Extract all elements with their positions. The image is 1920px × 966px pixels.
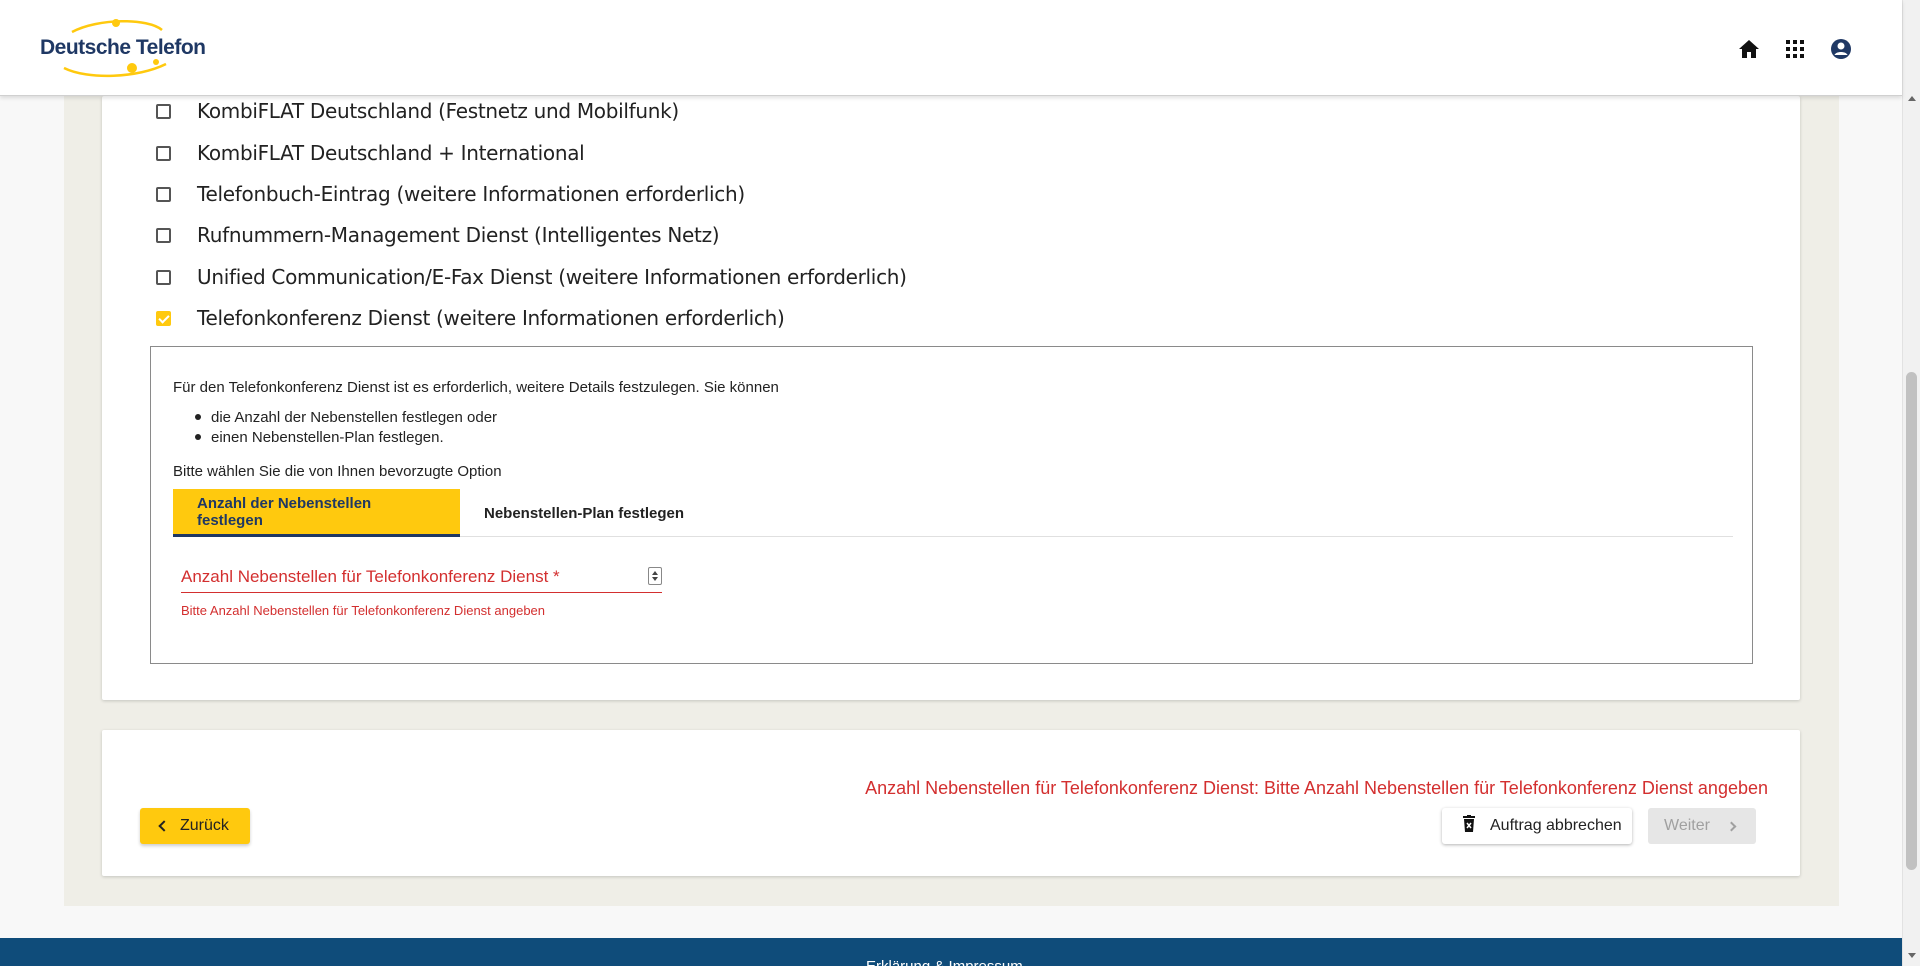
details-intro-text: Für den Telefonkonferenz Dienst ist es e… bbox=[173, 379, 779, 396]
list-item-text: die Anzahl der Nebenstellen festlegen od… bbox=[211, 408, 498, 426]
option-tabs: Anzahl der Nebenstellen festlegen Nebens… bbox=[173, 489, 1733, 537]
option-telefonbuch-eintrag[interactable]: Telefonbuch-Eintrag (weitere Information… bbox=[156, 179, 745, 209]
option-label: Telefonkonferenz Dienst (weitere Informa… bbox=[197, 306, 785, 330]
list-item: die Anzahl der Nebenstellen festlegen od… bbox=[195, 407, 497, 427]
option-label: Rufnummern-Management Dienst (Intelligen… bbox=[197, 223, 720, 247]
chevron-right-icon bbox=[1726, 821, 1737, 831]
anzahl-nebenstellen-input[interactable]: Anzahl Nebenstellen für Telefonkonferenz… bbox=[181, 565, 662, 593]
checkbox[interactable] bbox=[156, 186, 171, 202]
tab-anzahl-nebenstellen[interactable]: Anzahl der Nebenstellen festlegen bbox=[173, 489, 460, 537]
navigation-card bbox=[102, 730, 1800, 876]
checkbox-checked[interactable] bbox=[156, 310, 171, 326]
field-error-message: Bitte Anzahl Nebenstellen für Telefonkon… bbox=[181, 603, 546, 618]
option-label: KombiFLAT Deutschland (Festnetz und Mobi… bbox=[197, 99, 679, 123]
bullet-icon bbox=[195, 414, 201, 420]
list-item: einen Nebenstellen-Plan festlegen. bbox=[195, 427, 497, 447]
scroll-down-icon[interactable] bbox=[1908, 953, 1916, 958]
list-item-text: einen Nebenstellen-Plan festlegen. bbox=[211, 428, 444, 446]
checkbox[interactable] bbox=[156, 145, 171, 161]
page-scrollbar[interactable] bbox=[1902, 0, 1920, 966]
chevron-left-icon bbox=[158, 820, 170, 832]
option-label: Telefonbuch-Eintrag (weitere Information… bbox=[197, 182, 745, 206]
option-kombiflat-international[interactable]: KombiFLAT Deutschland + International bbox=[156, 138, 585, 168]
input-label: Anzahl Nebenstellen für Telefonkonferenz… bbox=[181, 567, 560, 586]
back-button-label: Zurück bbox=[180, 817, 229, 834]
back-button[interactable]: Zurück bbox=[140, 808, 250, 844]
checkbox[interactable] bbox=[156, 103, 171, 119]
checkbox[interactable] bbox=[156, 227, 171, 243]
cancel-order-button[interactable]: Auftrag abbrechen bbox=[1442, 808, 1632, 844]
number-stepper-icon[interactable] bbox=[648, 567, 662, 585]
option-rufnummern-management[interactable]: Rufnummern-Management Dienst (Intelligen… bbox=[156, 220, 720, 250]
option-telefonkonferenz[interactable]: Telefonkonferenz Dienst (weitere Informa… bbox=[156, 303, 785, 333]
bullet-icon bbox=[195, 434, 201, 440]
next-button[interactable]: Weiter bbox=[1648, 808, 1756, 844]
details-option-list: die Anzahl der Nebenstellen festlegen od… bbox=[195, 407, 497, 447]
app-header: Deutsche Telefon bbox=[0, 0, 1902, 96]
checkbox[interactable] bbox=[156, 269, 171, 285]
home-icon[interactable] bbox=[1736, 36, 1762, 62]
option-unified-communication[interactable]: Unified Communication/E-Fax Dienst (weit… bbox=[156, 262, 907, 292]
telefonkonferenz-details-panel: Für den Telefonkonferenz Dienst ist es e… bbox=[150, 346, 1753, 664]
page-footer: Erklärung & Impressum bbox=[0, 938, 1902, 966]
option-label: Unified Communication/E-Fax Dienst (weit… bbox=[197, 265, 907, 289]
apps-grid-icon[interactable] bbox=[1782, 36, 1808, 62]
cancel-button-label: Auftrag abbrechen bbox=[1490, 817, 1622, 834]
account-circle-icon[interactable] bbox=[1828, 36, 1854, 62]
logo[interactable]: Deutsche Telefon bbox=[38, 16, 206, 80]
choose-option-text: Bitte wählen Sie die von Ihnen bevorzugt… bbox=[173, 463, 502, 480]
option-label: KombiFLAT Deutschland + International bbox=[197, 141, 585, 165]
next-button-label: Weiter bbox=[1664, 817, 1710, 834]
header-icon-bar bbox=[1736, 36, 1854, 62]
logo-text: Deutsche Telefon bbox=[40, 36, 206, 59]
scroll-up-icon[interactable] bbox=[1908, 96, 1916, 101]
delete-icon bbox=[1462, 815, 1476, 837]
tab-nebenstellen-plan[interactable]: Nebenstellen-Plan festlegen bbox=[460, 489, 708, 537]
footer-text[interactable]: Erklärung & Impressum bbox=[866, 958, 1023, 966]
option-kombiflat-deutschland[interactable]: KombiFLAT Deutschland (Festnetz und Mobi… bbox=[156, 96, 679, 126]
error-summary: Anzahl Nebenstellen für Telefonkonferenz… bbox=[865, 778, 1768, 798]
scrollbar-thumb[interactable] bbox=[1906, 372, 1917, 870]
